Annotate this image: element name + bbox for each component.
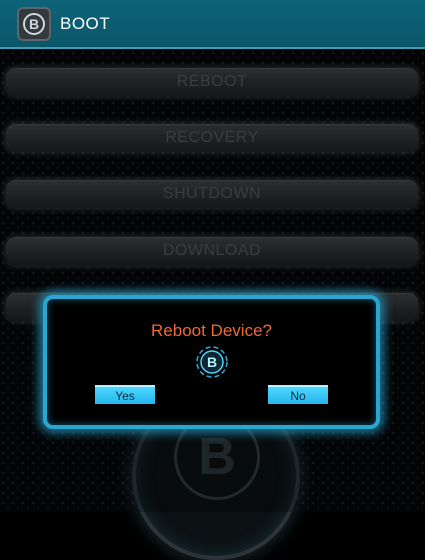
- dialog-title: Reboot Device?: [151, 321, 272, 340]
- no-button[interactable]: No: [268, 385, 328, 404]
- reboot-dialog: Reboot Device? B Yes No: [43, 295, 380, 429]
- svg-text:B: B: [29, 16, 39, 32]
- no-button-label: No: [290, 388, 306, 403]
- action-bar: B BOOT: [0, 0, 425, 49]
- yes-button-label: Yes: [115, 388, 135, 403]
- app-logo-icon[interactable]: B: [17, 6, 51, 41]
- svg-text:B: B: [207, 354, 217, 370]
- yes-button[interactable]: Yes: [95, 385, 155, 404]
- boot-logo-icon: B: [196, 346, 228, 378]
- dialog-backdrop: [0, 49, 425, 512]
- app-title: BOOT: [60, 13, 111, 33]
